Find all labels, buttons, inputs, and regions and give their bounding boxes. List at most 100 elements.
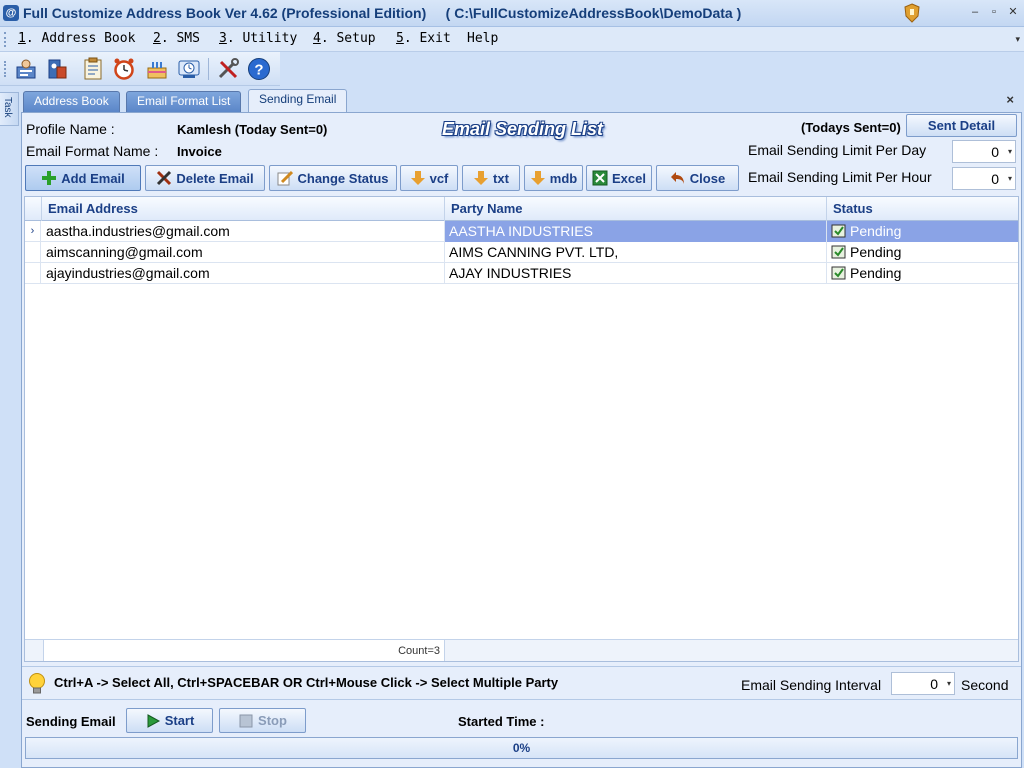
tools-icon[interactable] <box>216 57 240 81</box>
selection-hint-text: Ctrl+A -> Select All, Ctrl+SPACEBAR OR C… <box>54 675 559 690</box>
status-cell[interactable]: Pending <box>827 221 1018 242</box>
download-arrow-icon <box>530 171 545 185</box>
phone-book-icon[interactable] <box>45 57 69 81</box>
tab-email-format-list[interactable]: Email Format List <box>126 91 242 112</box>
birthday-cake-icon[interactable] <box>145 57 169 81</box>
spinner-arrow-icon[interactable]: ▾ <box>1008 174 1012 183</box>
status-cell[interactable]: Pending <box>827 263 1018 284</box>
profile-name-value: Kamlesh (Today Sent=0) <box>177 122 328 137</box>
excel-icon <box>592 170 608 186</box>
limit-per-hour-spinner[interactable]: 0 ▾ <box>952 167 1016 190</box>
menu-exit[interactable]: 5. Exit <box>396 31 451 46</box>
start-button[interactable]: Start <box>126 708 213 733</box>
pending-status-icon <box>831 245 846 259</box>
table-row[interactable]: › aastha.industries@gmail.com AASTHA IND… <box>25 221 1018 242</box>
download-arrow-icon <box>474 171 489 185</box>
todays-sent-label: (Todays Sent=0) <box>801 120 901 135</box>
spinner-arrow-icon[interactable]: ▾ <box>947 679 951 688</box>
close-tab-icon[interactable]: × <box>1006 92 1014 107</box>
edit-icon <box>277 170 294 186</box>
email-cell[interactable]: aimscanning@gmail.com <box>42 242 445 263</box>
toolbar-grip <box>4 61 7 77</box>
menu-bar: 1. Address Book 2. SMS 3. Utility 4. Set… <box>0 27 1024 52</box>
contacts-icon[interactable] <box>14 57 38 81</box>
task-side-tab[interactable]: Task <box>0 92 19 126</box>
maximize-button[interactable]: ▫ <box>987 5 1001 19</box>
spinner-arrow-icon[interactable]: ▾ <box>1008 147 1012 156</box>
sent-detail-button[interactable]: Sent Detail <box>906 114 1017 137</box>
minimize-button[interactable]: – <box>968 5 982 19</box>
row-count: Count=3 <box>43 640 445 661</box>
clipboard-icon[interactable] <box>81 57 105 81</box>
email-format-name-value: Invoice <box>177 144 222 159</box>
help-icon[interactable]: ? <box>247 57 271 81</box>
row-selector <box>25 263 41 284</box>
svg-text:?: ? <box>254 62 263 79</box>
window-title: Full Customize Address Book Ver 4.62 (Pr… <box>23 5 742 21</box>
email-cell[interactable]: ajayindustries@gmail.com <box>42 263 445 284</box>
menu-setup[interactable]: 4. Setup <box>313 31 376 46</box>
email-list-grid[interactable]: Email Address Party Name Status › aastha… <box>24 196 1019 662</box>
column-header-status[interactable]: Status <box>827 197 1018 221</box>
left-side-strip <box>0 86 21 768</box>
stop-icon <box>239 714 253 727</box>
hint-bar: Ctrl+A -> Select All, Ctrl+SPACEBAR OR C… <box>22 666 1021 700</box>
grid-footer: Count=3 <box>25 639 1018 661</box>
party-name-cell[interactable]: AJAY INDUSTRIES <box>445 263 827 284</box>
menu-utility[interactable]: 3. Utility <box>219 31 297 46</box>
export-txt-button[interactable]: txt <box>462 165 520 191</box>
tab-strip: Address Book Email Format List Sending E… <box>21 89 1024 112</box>
sending-email-label: Sending Email <box>26 714 116 729</box>
app-icon: @ <box>3 5 19 21</box>
column-header-party-name[interactable]: Party Name <box>445 197 827 221</box>
add-email-button[interactable]: Add Email <box>25 165 141 191</box>
download-arrow-icon <box>410 171 425 185</box>
lightbulb-icon <box>29 673 45 694</box>
page-title: Email Sending List <box>442 119 604 139</box>
sending-progress-bar: 0% <box>25 737 1018 759</box>
toolbar-separator <box>208 58 209 80</box>
party-name-cell[interactable]: AIMS CANNING PVT. LTD, <box>445 242 827 263</box>
pending-status-icon <box>831 266 846 280</box>
limit-per-hour-label: Email Sending Limit Per Hour <box>748 169 932 185</box>
close-window-button[interactable]: ✕ <box>1006 5 1020 19</box>
email-cell[interactable]: aastha.industries@gmail.com <box>42 221 445 242</box>
grid-header: Email Address Party Name Status <box>25 197 1018 221</box>
tab-address-book[interactable]: Address Book <box>23 91 120 112</box>
limit-per-day-spinner[interactable]: 0 ▾ <box>952 140 1016 163</box>
toolbar: ? <box>0 52 280 86</box>
started-time-label: Started Time : <box>458 714 545 729</box>
party-name-cell[interactable]: AASTHA INDUSTRIES <box>445 221 827 242</box>
close-button[interactable]: Close <box>656 165 739 191</box>
row-indicator-icon: › <box>25 221 41 242</box>
profile-name-label: Profile Name : <box>26 121 115 137</box>
menu-sms[interactable]: 2. SMS <box>153 31 200 46</box>
stop-button[interactable]: Stop <box>219 708 306 733</box>
progress-text: 0% <box>512 741 531 755</box>
alarm-clock-icon[interactable] <box>112 57 136 81</box>
delete-icon <box>157 170 172 186</box>
grid-header-corner <box>25 197 42 221</box>
menu-address-book[interactable]: 1. Address Book <box>18 31 135 46</box>
export-vcf-button[interactable]: vcf <box>400 165 458 191</box>
table-row[interactable]: aimscanning@gmail.com AIMS CANNING PVT. … <box>25 242 1018 263</box>
delete-email-button[interactable]: Delete Email <box>145 165 265 191</box>
change-status-button[interactable]: Change Status <box>269 165 397 191</box>
shield-logo-icon <box>904 3 920 23</box>
menu-help[interactable]: Help <box>467 31 498 46</box>
undo-arrow-icon <box>670 172 684 184</box>
backup-icon[interactable] <box>177 57 201 81</box>
table-row[interactable]: ajayindustries@gmail.com AJAY INDUSTRIES… <box>25 263 1018 284</box>
title-bar: @ Full Customize Address Book Ver 4.62 (… <box>0 0 1024 27</box>
plus-icon <box>42 171 57 185</box>
export-excel-button[interactable]: Excel <box>586 165 652 191</box>
column-header-email[interactable]: Email Address <box>42 197 445 221</box>
status-cell[interactable]: Pending <box>827 242 1018 263</box>
play-icon <box>147 713 160 728</box>
export-mdb-button[interactable]: mdb <box>524 165 583 191</box>
chevron-down-icon[interactable]: ▾ <box>1015 34 1020 45</box>
sending-interval-spinner[interactable]: 0 ▾ <box>891 672 955 695</box>
limit-per-day-label: Email Sending Limit Per Day <box>748 142 927 158</box>
tab-sending-email[interactable]: Sending Email <box>248 89 348 112</box>
row-selector <box>25 242 41 263</box>
